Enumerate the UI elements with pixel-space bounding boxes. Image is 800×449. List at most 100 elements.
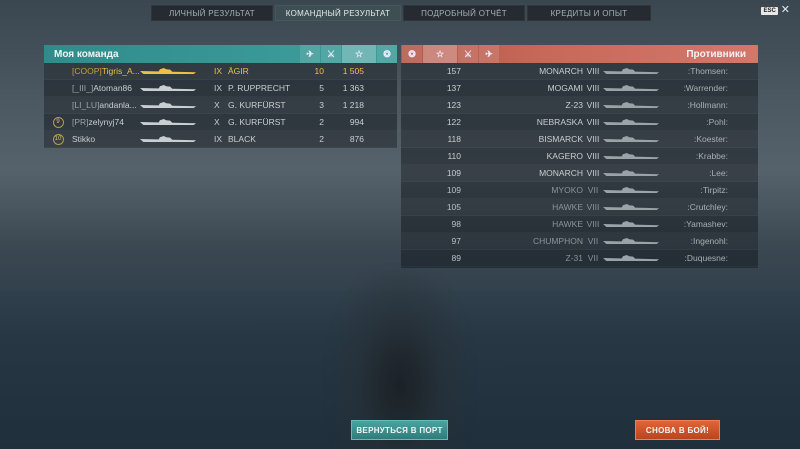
laurel-icon[interactable]: ❂	[377, 45, 397, 63]
player-name: :Tirpitz:	[700, 185, 728, 195]
ship-name: CHUMPHON	[532, 236, 583, 246]
ship-name: MYOKO	[551, 185, 583, 195]
ship-name: P. RUPPRECHT	[228, 83, 291, 93]
ship-tier: VIII	[586, 83, 600, 93]
ship-name: Z-31	[565, 253, 583, 263]
ship-silhouette-icon	[603, 204, 659, 210]
ship-silhouette-icon	[140, 68, 196, 74]
my-team-row[interactable]: 9 [PR]zelynyj74 X G. KURFÜRST 2 994	[44, 114, 397, 131]
plane-icon[interactable]: ✈	[300, 45, 320, 63]
tab-personal-result[interactable]: ЛИЧНЫЙ РЕЗУЛЬТАТ	[151, 5, 273, 21]
ship-tier: X	[214, 100, 220, 110]
experience-value: 105	[446, 202, 461, 212]
plane-icon[interactable]: ✈	[479, 45, 499, 63]
ship-silhouette	[603, 136, 677, 142]
ship-silhouette-icon	[140, 102, 196, 108]
ship-silhouette-icon	[603, 85, 659, 91]
ship-silhouette	[603, 187, 677, 193]
player-name: :Crutchley:	[687, 202, 728, 212]
laurel-icon[interactable]: ❂	[402, 45, 422, 63]
ship-name: BLACK	[228, 134, 256, 144]
player-name: :Warrender:	[683, 83, 728, 93]
ship-tier: VIII	[586, 117, 600, 127]
enemy-team-panel: ❂ ☆ ⚔ ✈ Противники 157 MONARCH VIII:Thomse…	[401, 45, 758, 268]
enemy-row[interactable]: 122 NEBRASKA VIII:Pohl:	[401, 114, 758, 131]
enemy-row[interactable]: 97 CHUMPHON VII:Ingenohl:	[401, 233, 758, 250]
ship-silhouette-icon	[140, 85, 196, 91]
player-name: :Pohl:	[706, 117, 728, 127]
esc-key-label: ESC	[761, 6, 778, 15]
experience-value: 118	[447, 134, 461, 144]
ship-silhouette-icon	[603, 170, 659, 176]
clan-tag: [_III_]	[72, 83, 94, 93]
player-nick: Tigris_A...	[101, 66, 140, 76]
enemy-row[interactable]: 105 HAWKE VIII :Crutchley:	[401, 199, 758, 216]
player-name: [_III_]Atoman86	[72, 83, 140, 93]
ship-silhouette-icon	[603, 238, 659, 244]
rank-badge-slot: 10	[44, 133, 72, 145]
my-team-panel: Моя команда ✈ ⚔ ☆ ❂ [COOP]Tigris_A... IX Ä…	[44, 45, 397, 148]
my-team-row[interactable]: [COOP]Tigris_A... IX ÄGIR 10 1 505	[44, 63, 397, 80]
experience-value: 122	[446, 117, 461, 127]
ship-silhouette	[140, 119, 214, 125]
my-team-row[interactable]: [LI_LU]andanla... X G. KURFÜRST 3 1 218	[44, 97, 397, 114]
star-icon[interactable]: ☆	[342, 45, 376, 63]
ship-tier: IX	[214, 66, 223, 76]
battle-again-button[interactable]: СНОВА В БОЙ!	[635, 420, 720, 440]
player-name: :Thomsen:	[687, 66, 728, 76]
enemy-row[interactable]: 157 MONARCH VIII:Thomsen:	[401, 63, 758, 80]
ship-tier: VIII	[586, 202, 600, 212]
enemy-row[interactable]: 110 KAGERO VIII:Krabbe:	[401, 148, 758, 165]
ship-tier: VIII	[586, 219, 600, 229]
enemy-row[interactable]: 109 MONARCH VIII:Lee:	[401, 165, 758, 182]
tab-team-result[interactable]: КОМАНДНЫЙ РЕЗУЛЬТАТ	[275, 5, 401, 21]
player-name: :Hollmann:	[687, 100, 728, 110]
enemy-row[interactable]: 98 HAWKE VIII:Yamashev:	[401, 216, 758, 233]
experience-value: 1 218	[342, 100, 364, 110]
enemy-team-list: 157 MONARCH VIII:Thomsen: 137 MOGAMI VIII:War…	[401, 63, 758, 268]
enemy-row[interactable]: 137 MOGAMI VIII:Warrender:	[401, 80, 758, 97]
ship-silhouette	[603, 153, 677, 159]
tab-detailed-report[interactable]: ПОДРОБНЫЙ ОТЧЁТ	[403, 5, 525, 21]
my-team-row[interactable]: 10 Stikko IX BLACK 2 876	[44, 131, 397, 148]
enemy-row[interactable]: 89 Z-31 VII:Duquesne:	[401, 250, 758, 267]
my-team-title: Моя команда	[54, 48, 119, 60]
ship-silhouette	[603, 255, 677, 261]
player-nick: Atoman86	[93, 83, 133, 93]
enemy-team-header: ❂ ☆ ⚔ ✈ Противники	[401, 45, 758, 63]
ship-tier: VII	[587, 185, 599, 195]
crossed-swords-icon[interactable]: ⚔	[458, 45, 478, 63]
ship-silhouette	[140, 136, 214, 142]
experience-value: 97	[451, 236, 461, 246]
ship-silhouette-icon	[140, 119, 196, 125]
player-nick: Stikko	[72, 134, 96, 144]
enemy-row[interactable]: 123 Z-23 VIII:Hollmann:	[401, 97, 758, 114]
esc-close[interactable]: ESC ✕	[761, 5, 790, 16]
ship-silhouette-icon	[603, 255, 659, 261]
close-icon[interactable]: ✕	[781, 5, 790, 16]
rank-badge-icon: 9	[52, 116, 64, 128]
ships-destroyed: 10	[314, 66, 324, 76]
experience-value: 137	[446, 83, 461, 93]
player-nick: andanla...	[99, 100, 137, 110]
experience-value: 1 363	[342, 83, 364, 93]
experience-value: 109	[446, 168, 461, 178]
ship-name: G. KURFÜRST	[228, 117, 286, 127]
experience-value: 876	[349, 134, 364, 144]
ship-name: HAWKE	[552, 202, 583, 212]
ships-destroyed: 2	[319, 134, 324, 144]
ship-silhouette-icon	[140, 136, 196, 142]
tab-credits-xp[interactable]: КРЕДИТЫ И ОПЫТ	[527, 5, 651, 21]
crossed-swords-icon[interactable]: ⚔	[321, 45, 341, 63]
ship-silhouette-icon	[603, 221, 659, 227]
star-icon[interactable]: ☆	[423, 45, 457, 63]
ship-silhouette	[603, 119, 677, 125]
ship-silhouette-icon	[603, 102, 659, 108]
return-to-port-button[interactable]: ВЕРНУТЬСЯ В ПОРТ	[351, 420, 448, 440]
enemy-row[interactable]: 118 BISMARCK VIII:Koester:	[401, 131, 758, 148]
player-name: Stikko	[72, 134, 140, 144]
enemy-row[interactable]: 109 MYOKO VII:Tirpitz:	[401, 182, 758, 199]
my-team-row[interactable]: [_III_]Atoman86 IX P. RUPPRECHT 5 1 363	[44, 80, 397, 97]
player-name: [LI_LU]andanla...	[72, 100, 140, 110]
experience-value: 1 505	[342, 66, 364, 76]
